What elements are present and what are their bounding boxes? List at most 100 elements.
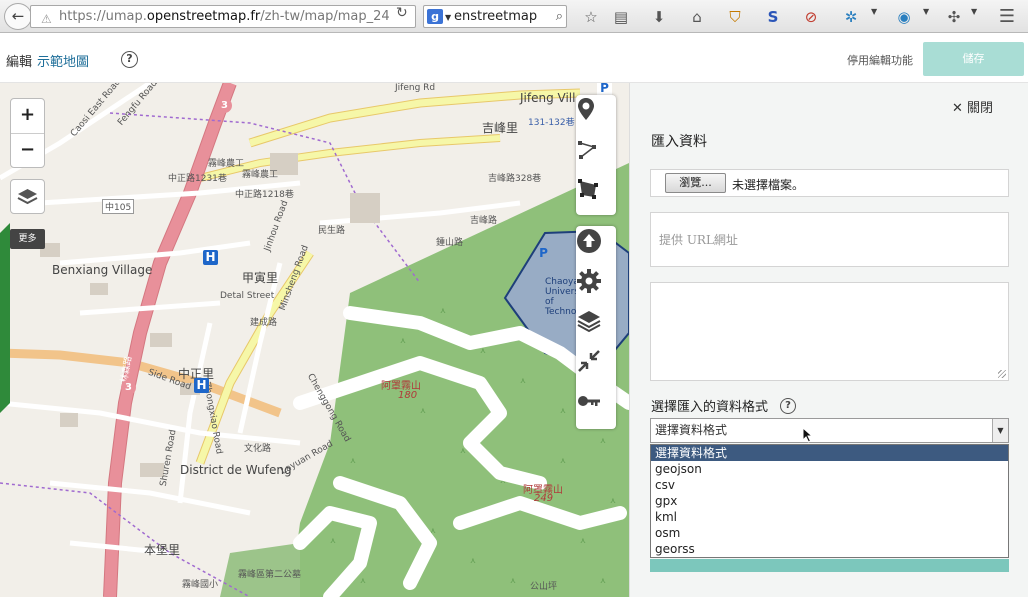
collapse-button[interactable] [576,348,616,384]
download-icon[interactable]: ⬇ [648,6,670,28]
svg-text:⋏: ⋏ [600,576,606,585]
help-icon[interactable]: ? [121,51,138,68]
settings-button[interactable] [576,268,616,304]
format-option[interactable]: 選擇資料格式 [651,445,1008,461]
url-host: openstreetmap.fr [146,9,261,24]
layers-icon [17,189,38,205]
save-button[interactable]: 儲存 [923,42,1024,76]
map-label: 霧峰區第二公墓 [238,570,302,580]
map-tiles: ⋏⋏⋏⋏ ⋏⋏⋏⋏ ⋏⋏⋏⋏ ⋏⋏⋏⋏ ⋏⋏⋏⋏ ⋏⋏⋏⋏ [0,83,629,597]
hospital-icon: H [194,378,209,393]
svg-text:⋏: ⋏ [400,336,406,345]
polygon-tool-button[interactable] [576,177,616,213]
route-shield: 3 [121,380,136,395]
search-engine-icon[interactable]: g [427,9,443,24]
data-textarea[interactable] [650,282,1009,381]
back-arrow-icon[interactable]: ← [4,3,32,30]
chevron-down-icon[interactable]: ▼ [445,7,451,27]
layers-icon [577,311,601,333]
polyline-tool-button[interactable] [576,137,616,173]
parking-icon: P [539,246,548,260]
import-button[interactable] [576,228,616,264]
reload-icon[interactable]: ↻ [396,5,408,21]
hospital-icon: H [203,250,218,265]
file-input[interactable]: 瀏覽... 未選擇檔案。 [650,169,1009,197]
map-label: 公山坪 [530,582,558,592]
format-option[interactable]: gpx [651,493,1008,509]
map-label: 甲寅里 [242,271,279,285]
more-button[interactable]: 更多 [10,229,45,249]
map-label: 霧峰農工 [208,159,245,169]
zoom-in-button[interactable]: + [11,99,44,133]
format-option[interactable]: csv [651,477,1008,493]
menu-icon[interactable]: ☰ [996,6,1018,28]
url-bar[interactable]: ⚠ https://umap.openstreetmap.fr/zh-tw/map… [30,5,416,28]
svg-text:⋏: ⋏ [330,536,336,545]
browse-button[interactable]: 瀏覽... [665,173,726,193]
layers-manage-button[interactable] [576,308,616,344]
map-label: 鍾山路 [436,238,464,248]
bug-icon[interactable]: ✲ [840,6,862,28]
map-label: 霧峰農工 [242,170,279,180]
search-input[interactable]: g ▼ enstreetmap ⌕ [423,5,567,28]
svg-text:⋏: ⋏ [510,576,516,585]
format-option[interactable]: georss [651,541,1008,557]
map-name-link[interactable]: 示範地圖 [37,51,89,70]
chevron-down-icon[interactable]: ▼ [971,7,977,16]
close-button[interactable]: ✕ 關閉 [952,97,993,116]
svg-text:⋏: ⋏ [600,436,606,445]
globe-icon[interactable]: ◉ [893,6,915,28]
help-icon[interactable]: ? [780,398,796,414]
format-dropdown: 選擇資料格式 geojson csv gpx kml osm georss [650,444,1009,558]
import-button[interactable] [650,559,1009,572]
marker-tool-button[interactable] [576,97,616,133]
format-option[interactable]: kml [651,509,1008,525]
chevron-down-icon[interactable]: ▼ [992,419,1008,442]
draw-toolbar [576,95,616,215]
road-shield: 中105 [102,199,135,214]
browser-toolbar: ← ⚠ https://umap.openstreetmap.fr/zh-tw/m… [0,0,1028,33]
map-label: 中正路1218巷 [235,190,294,200]
map-label: 本堡里 [144,543,181,557]
home-icon[interactable]: ⌂ [686,6,708,28]
resize-handle[interactable] [998,370,1006,378]
url-suffix: /zh-tw/map/map_24 [260,9,390,24]
marker-icon [578,98,594,120]
polyline-icon [578,141,596,159]
svg-text:⋏: ⋏ [580,536,586,545]
map-label: 吉峰里 [482,121,519,135]
svg-text:⋏: ⋏ [470,556,476,565]
collapse-icon [578,350,600,372]
star-icon[interactable]: ☆ [580,6,602,28]
chevron-down-icon[interactable]: ▼ [923,7,929,16]
zoom-control: + − [10,98,45,168]
upload-icon [577,229,601,253]
format-select[interactable]: 選擇資料格式 ▼ [650,418,1009,443]
peak-elevation: 180 [398,390,418,401]
extension-icon[interactable]: ✣ [943,6,965,28]
svg-text:⋏: ⋏ [440,306,446,315]
format-option[interactable]: geojson [651,461,1008,477]
s-addon-icon[interactable]: S [762,6,784,28]
map-label: 文化路 [244,444,272,454]
addon-icon[interactable]: ⛉ [724,6,746,28]
url-input[interactable]: 提供 URL網址 [650,212,1009,267]
format-option[interactable]: osm [651,525,1008,541]
warning-icon: ⚠ [41,12,52,26]
key-icon [578,396,600,406]
map-label: Jifeng Rd [395,83,436,93]
reading-list-icon[interactable]: ▤ [610,6,632,28]
search-icon[interactable]: ⌕ [556,6,563,27]
search-text: enstreetmap [454,9,538,24]
disable-edit-button[interactable]: 停用編輯功能 [847,52,913,68]
layers-button[interactable] [10,179,45,214]
svg-text:⋏: ⋏ [420,406,426,415]
chevron-down-icon[interactable]: ▼ [871,7,877,16]
map-label: 吉峰路 [470,216,498,226]
permissions-button[interactable] [576,388,616,424]
block-icon[interactable]: ⊘ [800,6,822,28]
map-label: 民生路 [318,226,346,236]
map-canvas[interactable]: ⋏⋏⋏⋏ ⋏⋏⋏⋏ ⋏⋏⋏⋏ ⋏⋏⋏⋏ ⋏⋏⋏⋏ ⋏⋏⋏⋏ [0,83,629,597]
map-label: 建成路 [250,318,278,328]
zoom-out-button[interactable]: − [11,133,44,167]
